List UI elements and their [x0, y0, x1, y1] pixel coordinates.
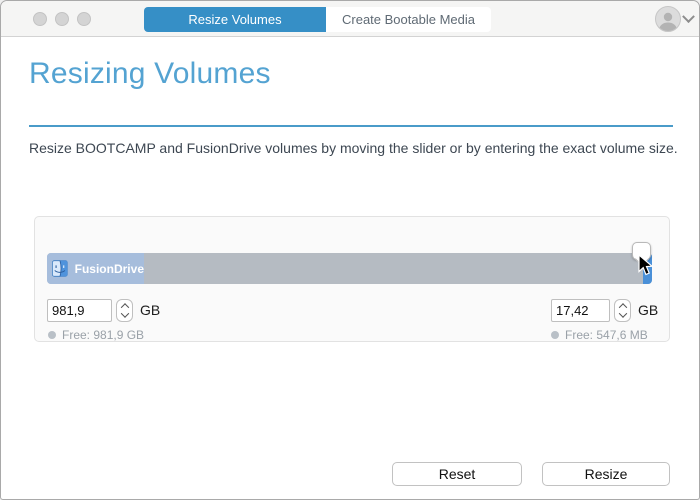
- divider: [29, 125, 673, 127]
- volume-size-slider[interactable]: FusionDrive: [47, 253, 652, 284]
- reset-button[interactable]: Reset: [392, 462, 522, 486]
- left-volume-size-input[interactable]: [47, 299, 112, 322]
- stepper-down-icon: [120, 309, 128, 317]
- left-volume-stepper[interactable]: [116, 299, 133, 322]
- resize-button[interactable]: Resize: [542, 462, 670, 486]
- fusiondrive-segment: FusionDrive: [47, 253, 144, 284]
- right-volume-free-label: Free: 547,6 MB: [565, 328, 648, 342]
- free-space-dot-icon: [48, 331, 56, 339]
- left-volume-unit-label: GB: [140, 302, 160, 318]
- tab-create-bootable-media[interactable]: Create Bootable Media: [326, 7, 491, 32]
- left-volume-free-label: Free: 981,9 GB: [62, 328, 144, 342]
- page-description: Resize BOOTCAMP and FusionDrive volumes …: [29, 140, 679, 156]
- zoom-window-button[interactable]: [77, 12, 91, 26]
- page-title: Resizing Volumes: [29, 57, 271, 91]
- titlebar: Resize Volumes Create Bootable Media: [1, 1, 699, 37]
- left-volume-free-row: Free: 981,9 GB: [48, 328, 144, 342]
- chevron-down-icon: [682, 10, 695, 23]
- slider-handle[interactable]: [632, 242, 651, 260]
- account-menu[interactable]: [655, 6, 693, 32]
- tab-resize-volumes[interactable]: Resize Volumes: [144, 7, 326, 32]
- right-volume-size-input[interactable]: [551, 299, 610, 322]
- close-window-button[interactable]: [33, 12, 47, 26]
- minimize-window-button[interactable]: [55, 12, 69, 26]
- right-volume-unit-label: GB: [638, 302, 658, 318]
- mode-tabs: Resize Volumes Create Bootable Media: [144, 7, 491, 32]
- right-volume-stepper[interactable]: [614, 299, 631, 322]
- finder-volume-icon: [52, 258, 68, 279]
- right-volume-free-row: Free: 547,6 MB: [551, 328, 648, 342]
- stepper-down-icon: [618, 309, 626, 317]
- right-volume-size-group: GB: [551, 298, 658, 322]
- volume-label: FusionDrive: [75, 262, 144, 276]
- app-window: Resize Volumes Create Bootable Media Res…: [0, 0, 700, 500]
- left-volume-size-group: GB: [47, 298, 160, 322]
- user-avatar-icon: [655, 6, 681, 32]
- free-space-dot-icon: [551, 331, 559, 339]
- volume-resize-panel: FusionDrive GB Free: 981,9 GB: [34, 216, 670, 342]
- window-controls: [33, 12, 91, 26]
